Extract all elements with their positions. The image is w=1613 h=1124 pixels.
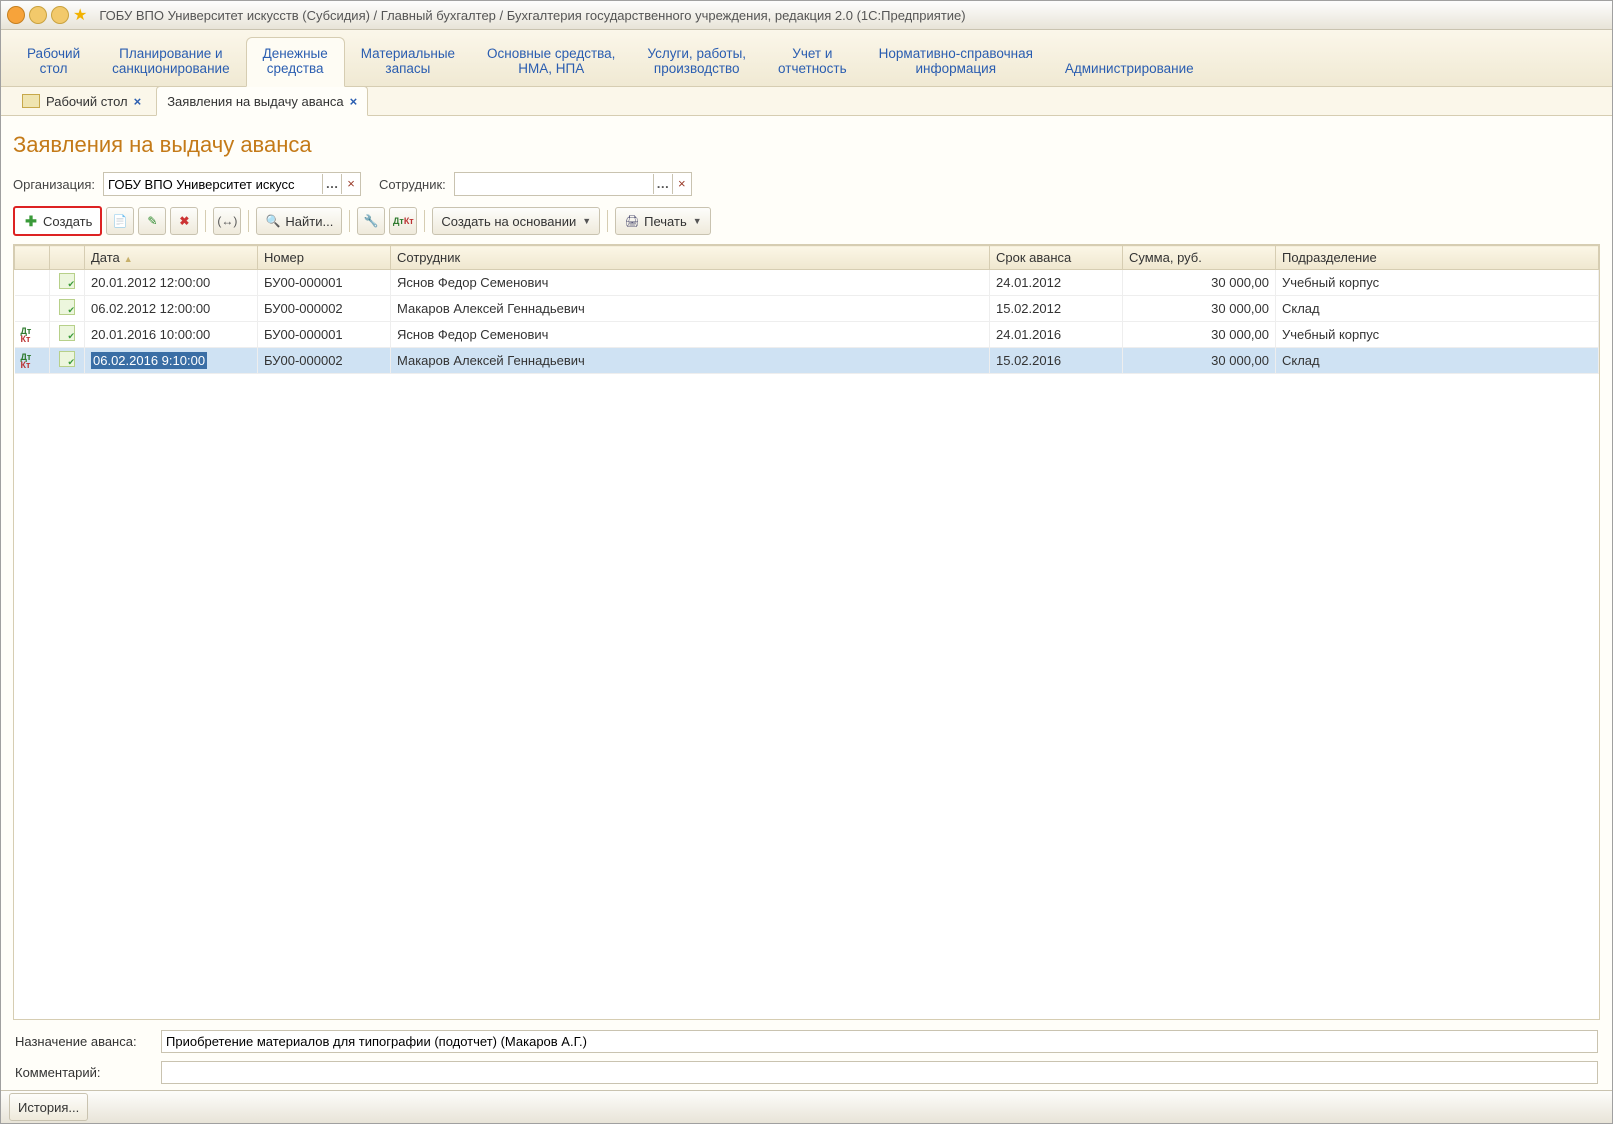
swap-button[interactable]: (↔): [213, 207, 241, 235]
section-tab-planning[interactable]: Планирование и санкционирование: [96, 38, 245, 86]
section-tab-reference[interactable]: Нормативно-справочная информация: [863, 38, 1049, 86]
section-tab-desktop[interactable]: Рабочий стол: [11, 38, 96, 86]
purpose-label: Назначение аванса:: [15, 1034, 155, 1049]
chevron-down-icon: ▼: [693, 216, 702, 226]
find-button[interactable]: 🔍 Найти...: [256, 207, 342, 235]
history-button[interactable]: История...: [9, 1093, 88, 1121]
org-select-icon[interactable]: …: [322, 174, 341, 194]
grid-header-row: Дата▲ Номер Сотрудник Срок аванса Сумма,…: [15, 246, 1599, 270]
close-icon[interactable]: ×: [134, 94, 142, 109]
doc-tab-desktop[interactable]: Рабочий стол ×: [11, 86, 152, 116]
page-title: Заявления на выдачу аванса: [13, 132, 1600, 158]
printer-icon: 🖨: [624, 213, 640, 229]
document-tabs: Рабочий стол × Заявления на выдачу аванс…: [1, 87, 1612, 116]
org-input[interactable]: [104, 175, 322, 194]
document-ok-icon: [59, 273, 75, 289]
document-ok-icon: [59, 299, 75, 315]
bottom-fields: Назначение аванса: Комментарий:: [13, 1020, 1600, 1090]
col-employee[interactable]: Сотрудник: [391, 246, 990, 270]
copy-icon: 📄: [112, 213, 128, 229]
section-tab-cash[interactable]: Денежные средства: [246, 37, 345, 87]
org-clear-icon[interactable]: ×: [341, 174, 360, 194]
section-tab-accounting[interactable]: Учет и отчетность: [762, 38, 863, 86]
org-label: Организация:: [13, 177, 95, 192]
app-window: ★ ГОБУ ВПО Университет искусств (Субсиди…: [0, 0, 1613, 1124]
copy-button[interactable]: 📄: [106, 207, 134, 235]
plus-icon: ✚: [23, 213, 39, 229]
app-icon[interactable]: [7, 6, 25, 24]
doc-tab-label: Заявления на выдачу аванса: [167, 94, 343, 109]
delete-button[interactable]: ✖: [170, 207, 198, 235]
col-sum[interactable]: Сумма, руб.: [1123, 246, 1276, 270]
section-tab-services[interactable]: Услуги, работы, производство: [631, 38, 762, 86]
comment-input[interactable]: [161, 1061, 1598, 1084]
section-tabs: Рабочий стол Планирование и санкциониров…: [1, 30, 1612, 87]
favorite-icon[interactable]: ★: [73, 5, 87, 25]
section-tab-admin[interactable]: Администрирование: [1049, 53, 1210, 86]
col-dept[interactable]: Подразделение: [1276, 246, 1599, 270]
col-number[interactable]: Номер: [258, 246, 391, 270]
col-due[interactable]: Срок аванса: [990, 246, 1123, 270]
emp-select-icon[interactable]: …: [653, 174, 672, 194]
table-row[interactable]: ДтКт20.01.2016 10:00:00БУ00-000001Яснов …: [15, 322, 1599, 348]
create-label: Создать: [43, 214, 92, 229]
doc-tab-advance[interactable]: Заявления на выдачу аванса ×: [156, 86, 368, 116]
comment-label: Комментарий:: [15, 1065, 155, 1080]
toolbar: ✚ Создать 📄 ✎ ✖ (↔) 🔍 Найти... 🔧 ДтКт Со…: [13, 206, 1600, 236]
wrench-icon: 🔧: [363, 213, 379, 229]
create-button[interactable]: ✚ Создать: [13, 206, 102, 236]
filter-bar: Организация: … × Сотрудник: … ×: [13, 172, 1600, 196]
swap-icon: (↔): [219, 213, 235, 229]
content-area: Заявления на выдачу аванса Организация: …: [1, 116, 1612, 1090]
create-based-button[interactable]: Создать на основании ▼: [432, 207, 600, 235]
window-title: ГОБУ ВПО Университет искусств (Субсидия)…: [99, 8, 965, 23]
purpose-input[interactable]: [161, 1030, 1598, 1053]
sort-asc-icon: ▲: [124, 254, 133, 264]
print-label: Печать: [644, 214, 687, 229]
emp-label: Сотрудник:: [379, 177, 446, 192]
col-indicator[interactable]: [15, 246, 50, 270]
delete-icon: ✖: [176, 213, 192, 229]
separator: [248, 210, 249, 232]
chevron-down-icon: ▼: [582, 216, 591, 226]
find-label: Найти...: [285, 214, 333, 229]
org-combo[interactable]: … ×: [103, 172, 361, 196]
statusbar: История...: [1, 1090, 1612, 1123]
create-based-label: Создать на основании: [441, 214, 576, 229]
col-date[interactable]: Дата▲: [85, 246, 258, 270]
separator: [607, 210, 608, 232]
separator: [205, 210, 206, 232]
table-row[interactable]: 20.01.2012 12:00:00БУ00-000001Яснов Федо…: [15, 270, 1599, 296]
dtkt-icon: ДтКт: [395, 213, 411, 229]
table-row[interactable]: 06.02.2012 12:00:00БУ00-000002Макаров Ал…: [15, 296, 1599, 322]
col-status[interactable]: [50, 246, 85, 270]
print-button[interactable]: 🖨 Печать ▼: [615, 207, 711, 235]
emp-clear-icon[interactable]: ×: [672, 174, 691, 194]
table-row[interactable]: ДтКт06.02.2016 9:10:00БУ00-000002Макаров…: [15, 348, 1599, 374]
dtkt-icon: ДтКт: [21, 353, 44, 369]
section-tab-materials[interactable]: Материальные запасы: [345, 38, 471, 86]
magnifier-icon: 🔍: [265, 213, 281, 229]
separator: [349, 210, 350, 232]
grid[interactable]: Дата▲ Номер Сотрудник Срок аванса Сумма,…: [13, 244, 1600, 1020]
section-tab-assets[interactable]: Основные средства, НМА, НПА: [471, 38, 631, 86]
separator: [424, 210, 425, 232]
emp-input[interactable]: [455, 175, 653, 194]
desktop-icon: [22, 94, 40, 108]
edit-button[interactable]: ✎: [138, 207, 166, 235]
emp-combo[interactable]: … ×: [454, 172, 692, 196]
pencil-icon: ✎: [144, 213, 160, 229]
dropdown-icon[interactable]: [29, 6, 47, 24]
round-icon[interactable]: [51, 6, 69, 24]
close-icon[interactable]: ×: [350, 94, 358, 109]
dtkt-button[interactable]: ДтКт: [389, 207, 417, 235]
dtkt-icon: ДтКт: [21, 327, 44, 343]
document-ok-icon: [59, 351, 75, 367]
titlebar: ★ ГОБУ ВПО Университет искусств (Субсиди…: [1, 1, 1612, 30]
document-ok-icon: [59, 325, 75, 341]
settings-button[interactable]: 🔧: [357, 207, 385, 235]
doc-tab-label: Рабочий стол: [46, 94, 128, 109]
